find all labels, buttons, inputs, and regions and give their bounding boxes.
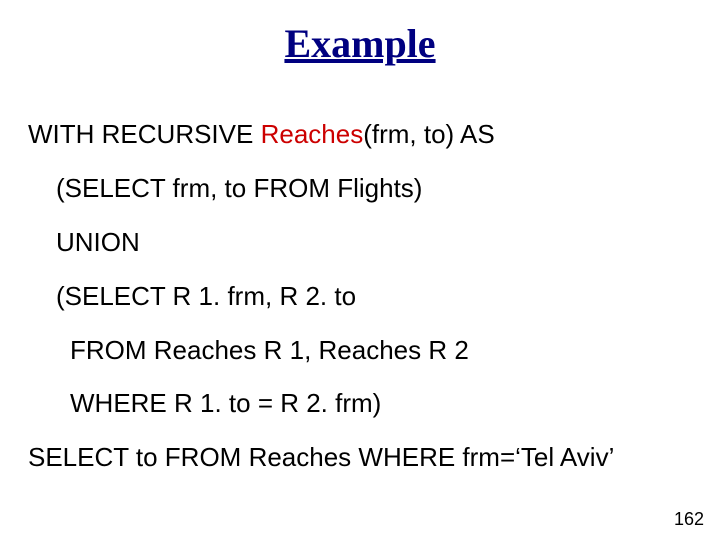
text-reaches-red: Reaches <box>261 119 364 149</box>
slide: Example WITH RECURSIVE Reaches(frm, to) … <box>0 0 720 540</box>
text-frm-to-as: (frm, to) AS <box>363 119 494 149</box>
text-with-recursive: WITH RECURSIVE <box>28 119 261 149</box>
code-line-7: SELECT to FROM Reaches WHERE frm=‘Tel Av… <box>28 443 692 473</box>
code-line-1: WITH RECURSIVE Reaches(frm, to) AS <box>28 120 692 150</box>
code-line-5: FROM Reaches R 1, Reaches R 2 <box>70 336 692 366</box>
code-line-2: (SELECT frm, to FROM Flights) <box>56 174 692 204</box>
code-line-3: UNION <box>56 228 692 258</box>
code-line-6: WHERE R 1. to = R 2. frm) <box>70 389 692 419</box>
code-line-4: (SELECT R 1. frm, R 2. to <box>56 282 692 312</box>
page-number: 162 <box>674 509 704 530</box>
slide-title: Example <box>0 20 720 67</box>
slide-body: WITH RECURSIVE Reaches(frm, to) AS (SELE… <box>28 120 692 497</box>
